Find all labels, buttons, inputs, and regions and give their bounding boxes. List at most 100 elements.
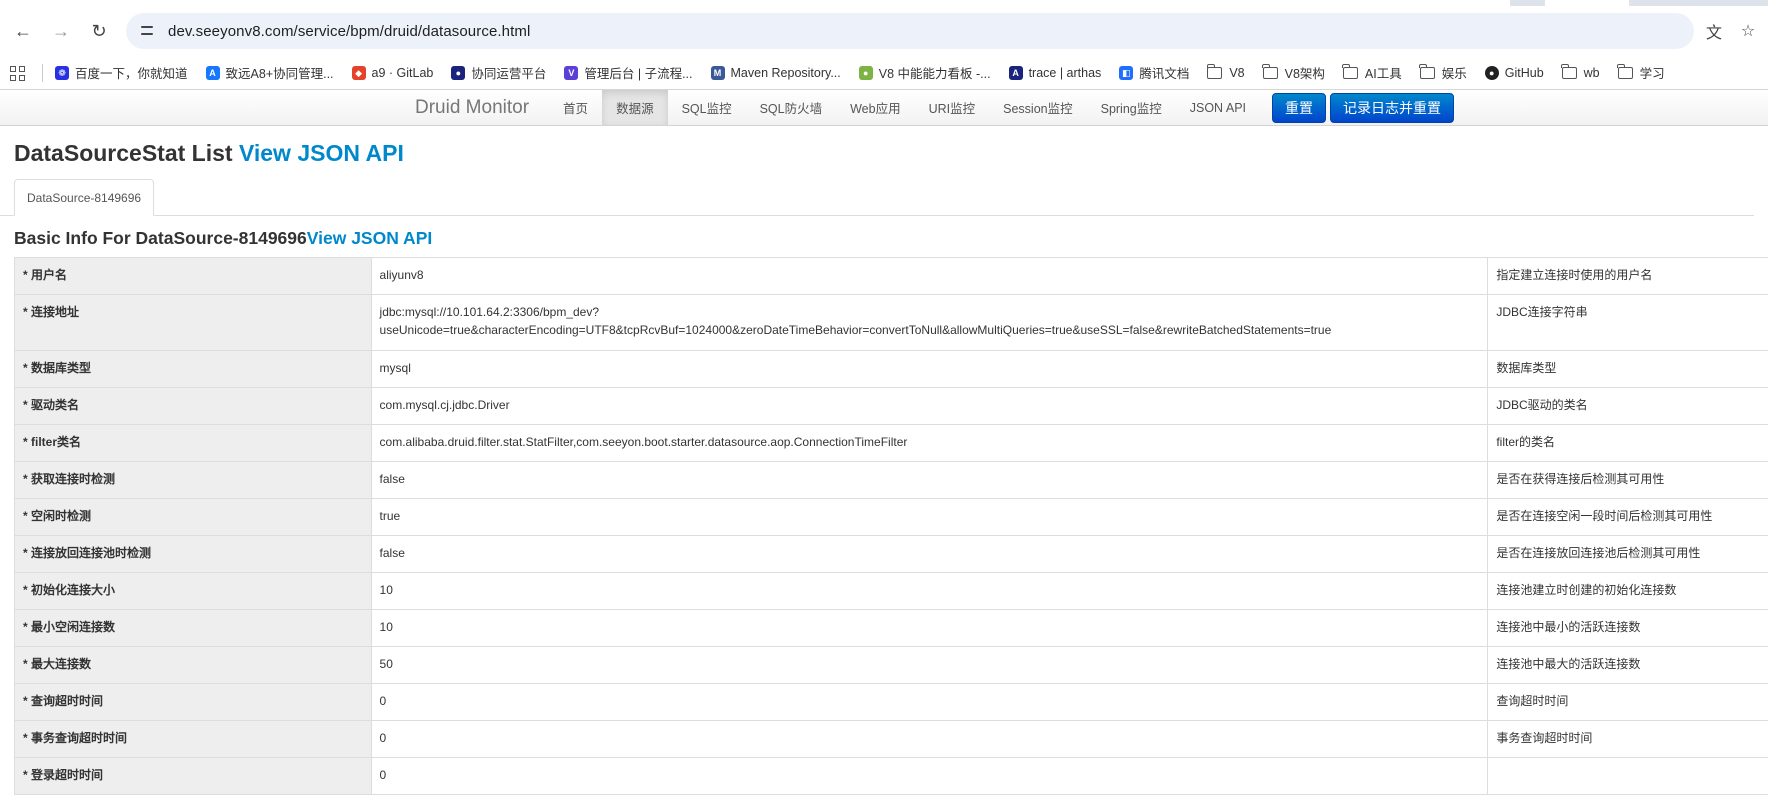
nav-item[interactable]: 首页 bbox=[549, 90, 602, 125]
folder-icon bbox=[1262, 63, 1278, 79]
nav-item[interactable]: Session监控 bbox=[989, 90, 1086, 125]
row-description: 连接池建立时创建的初始化连接数 bbox=[1487, 572, 1768, 610]
row-value-line: jdbc:mysql://10.101.64.2:3306/bpm_dev? bbox=[379, 305, 600, 319]
bookmark-favicon-icon: ◧ bbox=[1119, 65, 1134, 80]
nav-item[interactable]: JSON API bbox=[1176, 90, 1260, 125]
table-row: * 获取连接时检测 false 是否在获得连接后检测其可用性 bbox=[14, 461, 1768, 499]
bookmarks-divider bbox=[42, 63, 43, 82]
view-json-api-link[interactable]: View JSON API bbox=[239, 140, 404, 166]
row-description: 是否在连接放回连接池后检测其可用性 bbox=[1487, 535, 1768, 573]
bookmark-label: 协同运营平台 bbox=[471, 67, 547, 81]
bookmark-label: a9 · GitLab bbox=[371, 65, 434, 80]
bookmark-label: GitHub bbox=[1504, 65, 1544, 80]
active-browser-tab[interactable] bbox=[0, 0, 1510, 6]
bookmark-item[interactable]: V8架构 bbox=[1262, 63, 1325, 82]
bookmark-label: 百度一下，你就知道 bbox=[75, 67, 188, 81]
bookmark-item[interactable]: ● 协同运营平台 bbox=[451, 63, 546, 82]
table-row: * 用户名 aliyunv8 指定建立连接时使用的用户名 bbox=[14, 257, 1768, 295]
row-value: false bbox=[370, 535, 1489, 573]
bookmark-label: 娱乐 bbox=[1441, 67, 1467, 81]
tab-datasource[interactable]: DataSource-8149696 bbox=[14, 179, 155, 216]
reset-button[interactable]: 重置 bbox=[1272, 93, 1327, 123]
bookmark-item[interactable]: ◧ 腾讯文档 bbox=[1119, 63, 1189, 82]
basic-info-json-link[interactable]: View JSON API bbox=[307, 228, 432, 248]
row-key: * 用户名 bbox=[14, 257, 372, 295]
nav-item[interactable]: URI监控 bbox=[915, 90, 990, 125]
table-row: * filter类名 com.alibaba.druid.filter.stat.… bbox=[14, 424, 1768, 462]
bookmark-item[interactable]: ❁ 百度一下，你就知道 bbox=[55, 63, 188, 82]
row-key: * 最小空闲连接数 bbox=[14, 609, 372, 647]
bookmark-item[interactable]: M Maven Repository... bbox=[710, 65, 841, 80]
row-description: filter的类名 bbox=[1487, 424, 1768, 462]
row-key: * 空闲时检测 bbox=[14, 498, 372, 536]
address-bar[interactable]: dev.seeyonv8.com/service/bpm/druid/datas… bbox=[126, 13, 1694, 49]
page-title: DataSourceStat List View JSON API bbox=[14, 137, 1754, 169]
row-value: 10 bbox=[370, 572, 1489, 610]
row-value: 10 bbox=[370, 609, 1489, 647]
bookmark-label: 腾讯文档 bbox=[1139, 67, 1190, 81]
bookmark-star-icon[interactable]: ☆ bbox=[1736, 19, 1760, 43]
nav-item[interactable]: SQL防火墙 bbox=[746, 90, 837, 125]
table-row: * 登录超时时间 0 bbox=[14, 757, 1768, 795]
row-value: com.mysql.cj.jdbc.Driver bbox=[370, 387, 1489, 425]
log-and-reset-button[interactable]: 记录日志并重置 bbox=[1330, 93, 1455, 123]
row-description: 是否在连接空闲一段时间后检测其可用性 bbox=[1487, 498, 1768, 536]
bookmark-label: 管理后台 | 子流程... bbox=[584, 67, 693, 81]
row-value: false bbox=[370, 461, 1489, 499]
forward-icon[interactable]: → bbox=[46, 16, 76, 46]
address-bar-row: ← → ↻ dev.seeyonv8.com/service/bpm/druid… bbox=[0, 6, 1768, 56]
row-value: mysql bbox=[370, 350, 1489, 388]
nav-item[interactable]: Web应用 bbox=[836, 90, 914, 125]
page-title-text: DataSourceStat List bbox=[14, 140, 239, 166]
bookmark-favicon-icon: ● bbox=[451, 65, 466, 80]
folder-icon bbox=[1561, 63, 1577, 79]
bookmark-label: wb bbox=[1583, 65, 1600, 80]
browser-tab[interactable] bbox=[1545, 0, 1629, 6]
row-key: * 驱动类名 bbox=[14, 387, 372, 425]
row-description: 查询超时时间 bbox=[1487, 683, 1768, 721]
bookmark-item[interactable]: AI工具 bbox=[1342, 63, 1402, 82]
nav-item[interactable]: SQL监控 bbox=[668, 90, 746, 125]
bookmark-item[interactable]: ◆ a9 · GitLab bbox=[351, 65, 434, 80]
row-description bbox=[1487, 757, 1768, 795]
datasource-info-table: * 用户名 aliyunv8 指定建立连接时使用的用户名 * 连接地址 jdbc:mys… bbox=[14, 257, 1768, 795]
site-info-icon[interactable] bbox=[140, 23, 156, 39]
bookmark-item[interactable]: ● V8 中能能力看板 -... bbox=[858, 63, 991, 82]
table-row: * 查询超时时间 0 查询超时时间 bbox=[14, 683, 1768, 721]
bookmark-item[interactable]: 娱乐 bbox=[1419, 63, 1467, 82]
bookmark-item[interactable]: V 管理后台 | 子流程... bbox=[564, 63, 693, 82]
apps-grid-icon[interactable] bbox=[6, 62, 28, 84]
bookmark-item[interactable]: ● GitHub bbox=[1484, 65, 1544, 80]
nav-item[interactable]: Spring监控 bbox=[1087, 90, 1176, 125]
row-value: com.alibaba.druid.filter.stat.StatFilter… bbox=[370, 424, 1489, 462]
browser-tab-strip bbox=[0, 0, 1768, 6]
row-value: true bbox=[370, 498, 1489, 536]
druid-brand[interactable]: Druid Monitor bbox=[415, 90, 529, 125]
url-text[interactable]: dev.seeyonv8.com/service/bpm/druid/datas… bbox=[168, 23, 530, 40]
translate-icon[interactable]: 文 bbox=[1702, 19, 1726, 43]
bookmark-label: V8 bbox=[1229, 65, 1245, 80]
table-row: * 最大连接数 50 连接池中最大的活跃连接数 bbox=[14, 646, 1768, 684]
back-icon[interactable]: ← bbox=[8, 16, 38, 46]
folder-icon bbox=[1206, 63, 1223, 79]
row-description: 是否在获得连接后检测其可用性 bbox=[1487, 461, 1768, 499]
bookmark-favicon-icon: ❁ bbox=[55, 65, 69, 80]
bookmark-item[interactable]: A 致远A8+协同管理... bbox=[205, 63, 334, 82]
reload-icon[interactable]: ↻ bbox=[84, 16, 114, 46]
bookmark-item[interactable]: Atrace | arthas bbox=[1008, 65, 1101, 80]
bookmark-label: 致远A8+协同管理... bbox=[225, 67, 334, 81]
row-key: * 数据库类型 bbox=[14, 350, 372, 388]
bookmark-label: V8架构 bbox=[1284, 67, 1325, 81]
table-row: * 连接放回连接池时检测 false 是否在连接放回连接池后检测其可用性 bbox=[14, 535, 1768, 573]
nav-item[interactable]: 数据源 bbox=[602, 90, 668, 125]
row-description: JDBC驱动的类名 bbox=[1487, 387, 1768, 425]
bookmark-label: V8 中能能力看板 -... bbox=[878, 67, 991, 81]
bookmark-item[interactable]: wb bbox=[1561, 63, 1600, 80]
row-key: * 获取连接时检测 bbox=[14, 461, 372, 499]
row-key: * 登录超时时间 bbox=[14, 757, 372, 795]
bookmark-item[interactable]: 学习 bbox=[1617, 63, 1665, 82]
row-key: * 连接放回连接池时检测 bbox=[14, 535, 372, 573]
bookmark-favicon-icon: A bbox=[205, 65, 220, 80]
row-key: * 连接地址 bbox=[14, 294, 372, 351]
bookmark-item[interactable]: V8 bbox=[1206, 63, 1245, 80]
